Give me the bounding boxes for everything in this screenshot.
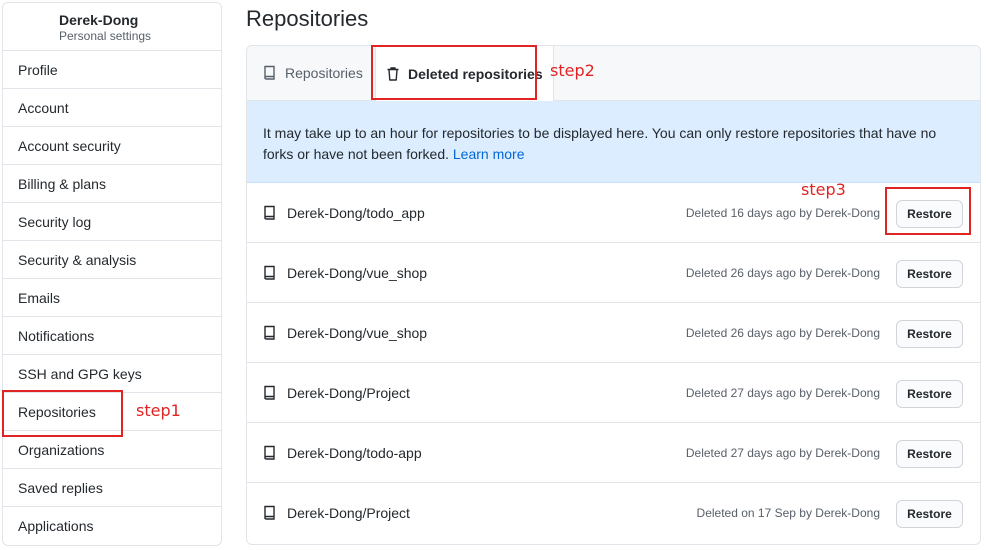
page-title: Repositories [246,6,369,31]
sidebar-item-emails[interactable]: Emails [3,279,221,317]
sidebar-item-profile[interactable]: Profile [3,51,221,89]
settings-sidebar: Derek-Dong Personal settings Profile Acc… [2,2,222,546]
sidebar-item-security-analysis[interactable]: Security & analysis [3,241,221,279]
deleted-repo-row: Derek-Dong/todo-app Deleted 27 days ago … [247,423,980,483]
restore-button[interactable]: Restore [896,200,963,228]
sidebar-item-billing[interactable]: Billing & plans [3,165,221,203]
repo-icon [263,505,279,521]
deleted-repo-row: Derek-Dong/Project Deleted on 17 Sep by … [247,483,980,543]
restore-button[interactable]: Restore [896,260,963,288]
deleted-repo-row: Derek-Dong/vue_shop Deleted 26 days ago … [247,243,980,303]
info-flash: It may take up to an hour for repositori… [247,101,980,183]
sidebar-item-account-security[interactable]: Account security [3,127,221,165]
restore-button[interactable]: Restore [896,500,963,528]
deleted-repo-row: Derek-Dong/vue_shop Deleted 26 days ago … [247,303,980,363]
sidebar-item-notifications[interactable]: Notifications [3,317,221,355]
tab-repositories-label: Repositories [285,65,363,81]
sidebar-item-organizations[interactable]: Organizations [3,431,221,469]
repo-name: Derek-Dong/todo_app [287,204,425,221]
repo-name: Derek-Dong/Project [287,384,410,401]
repo-name: Derek-Dong/Project [287,505,410,521]
sidebar-item-ssh-gpg-keys[interactable]: SSH and GPG keys [3,355,221,393]
sidebar-item-repositories[interactable]: Repositories [3,393,221,431]
deleted-meta: Deleted 26 days ago by Derek-Dong [685,325,880,340]
deleted-repo-row: Derek-Dong/todo_app Deleted 16 days ago … [247,183,980,243]
repo-icon [263,205,279,221]
sidebar-item-account[interactable]: Account [3,89,221,127]
repo-name: Derek-Dong/vue_shop [287,264,428,281]
deleted-meta: Deleted 26 days ago by Derek-Dong [685,265,880,280]
sidebar-item-applications[interactable]: Applications [3,507,221,545]
flash-message: It may take up to an hour for repositori… [263,125,937,162]
step2-label: step2 [550,61,595,80]
sidebar-user-header: Derek-Dong Personal settings [3,3,221,51]
sidebar-item-saved-replies[interactable]: Saved replies [3,469,221,507]
deleted-meta: Deleted 16 days ago by Derek-Dong [685,205,880,220]
avatar [19,12,49,42]
tab-deleted-repositories-label: Deleted repositories [408,65,543,82]
user-name: Derek-Dong [59,12,139,28]
repo-icon [263,325,279,341]
deleted-repos-panel: Repositories Deleted repositories It may… [246,45,981,545]
repo-icon [263,445,279,461]
repo-icon [263,385,279,401]
step3-label: step3 [801,180,846,199]
repo-name: Derek-Dong/vue_shop [287,324,428,341]
deleted-meta: Deleted 27 days ago by Derek-Dong [685,385,880,400]
deleted-meta: Deleted 27 days ago by Derek-Dong [685,445,880,460]
tab-bar: Repositories Deleted repositories [247,46,980,101]
repo-icon [264,65,275,80]
deleted-meta: Deleted on 17 Sep by Derek-Dong [696,506,880,520]
tab-repositories[interactable]: Repositories [263,46,363,100]
repo-name: Derek-Dong/todo-app [287,444,422,461]
repo-icon [263,265,279,281]
step1-label: step1 [136,401,181,420]
restore-button[interactable]: Restore [896,380,963,408]
sidebar-item-security-log[interactable]: Security log [3,203,221,241]
restore-button[interactable]: Restore [896,320,963,348]
trash-icon [387,66,399,81]
restore-button[interactable]: Restore [896,440,963,468]
user-subtitle: Personal settings [59,29,152,43]
tab-deleted-repositories[interactable]: Deleted repositories [375,46,554,101]
deleted-repo-row: Derek-Dong/Project Deleted 27 days ago b… [247,363,980,423]
learn-more-link[interactable]: Learn more [453,146,525,162]
